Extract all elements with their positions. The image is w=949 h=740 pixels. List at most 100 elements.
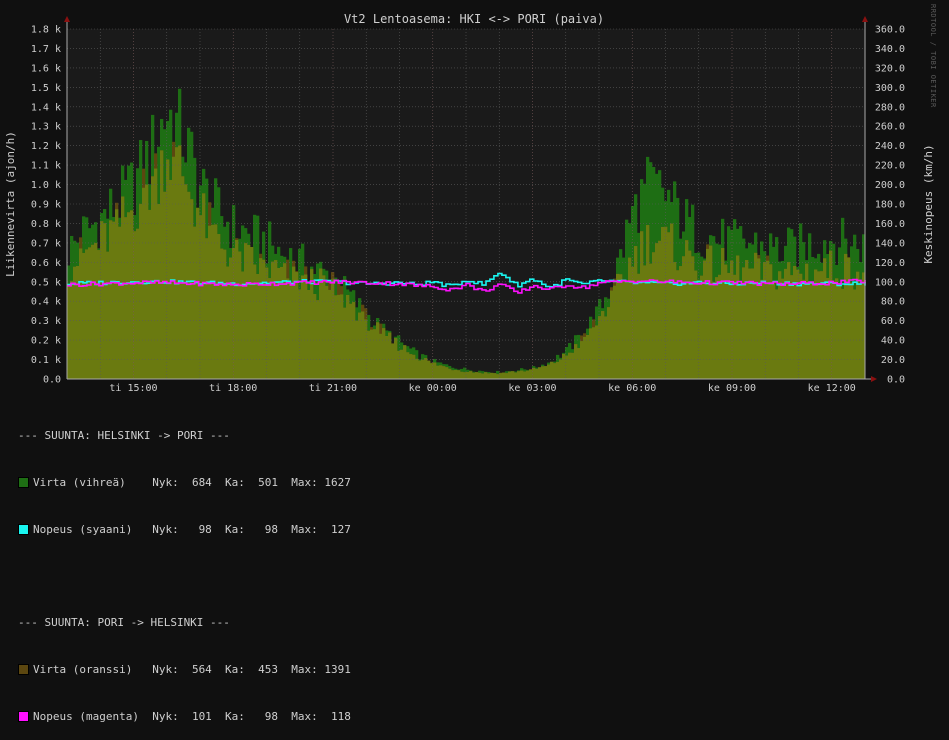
y-tick-label: 0.9 k [31, 200, 61, 211]
left-axis-arrow [64, 16, 70, 22]
overlap-flow-bar [394, 338, 398, 379]
overlap-flow-bar [331, 279, 335, 379]
overlap-flow-bar [100, 221, 104, 379]
y-tick-label: 1.6 k [31, 63, 61, 74]
overlap-flow-bar [121, 196, 125, 379]
overlap-flow-bar [835, 278, 839, 379]
overlap-flow-bar [409, 354, 413, 379]
legend-row-orange: Virta (oranssi) Nyk: 564 Ka: 453 Max: 13… [18, 662, 351, 678]
overlap-flow-bar [349, 303, 353, 379]
overlap-flow-bar [592, 327, 596, 379]
overlap-flow-bar [661, 226, 665, 379]
overlap-flow-bar [457, 370, 461, 379]
overlap-flow-bar [814, 269, 818, 379]
legend-row-magenta: Nopeus (magenta) Nyk: 101 Ka: 98 Max: 11… [18, 709, 351, 725]
y2-tick-label: 180.0 [875, 200, 905, 211]
overlap-flow-bar [619, 274, 623, 379]
y-tick-label: 1.2 k [31, 141, 61, 152]
overlap-flow-bar [316, 300, 320, 379]
overlap-flow-bar [358, 312, 362, 379]
overlap-flow-bar [193, 226, 197, 379]
overlap-flow-bar [493, 373, 497, 379]
overlap-flow-bar [625, 281, 629, 379]
overlap-flow-bar [700, 275, 704, 379]
overlap-flow-bar [616, 273, 620, 379]
overlap-flow-bar [622, 280, 626, 379]
overlap-flow-bar [268, 278, 272, 379]
overlap-flow-bar [238, 251, 242, 379]
overlap-flow-bar [340, 294, 344, 379]
overlap-flow-bar [658, 240, 662, 379]
legend-swatch-cyan [18, 524, 29, 536]
overlap-flow-bar [301, 275, 305, 379]
chart-title: Vt2 Lentoasema: HKI <-> PORI (paiva) [344, 12, 604, 26]
overlap-flow-bar [259, 258, 263, 379]
overlap-flow-bar [418, 360, 422, 379]
y-tick-label: 0.6 k [31, 258, 61, 269]
y-tick-label: 0.2 k [31, 336, 61, 347]
overlap-flow-bar [571, 352, 575, 379]
overlap-flow-bar [496, 374, 500, 379]
overlap-flow-bar [748, 268, 752, 379]
overlap-flow-bar [607, 307, 611, 379]
overlap-flow-bar [364, 319, 368, 379]
overlap-flow-bar [382, 328, 386, 379]
overlap-flow-bar [157, 203, 161, 379]
overlap-flow-bar [244, 243, 248, 379]
overlap-flow-bar [817, 271, 821, 379]
overlap-flow-bar [772, 281, 776, 379]
overlap-flow-bar [187, 191, 191, 379]
overlap-flow-bar [613, 285, 617, 379]
y-tick-label: 1.0 k [31, 180, 61, 191]
overlap-flow-bar [391, 343, 395, 379]
overlap-flow-bar [229, 257, 233, 379]
overlap-flow-bar [628, 257, 632, 379]
overlap-flow-bar [655, 243, 659, 379]
overlap-flow-bar [136, 228, 140, 379]
overlap-flow-bar [799, 273, 803, 379]
overlap-flow-bar [523, 371, 527, 379]
overlap-flow-bar [526, 370, 530, 379]
y2-tick-label: 240.0 [875, 141, 905, 152]
overlap-flow-bar [217, 234, 221, 379]
overlap-flow-bar [271, 261, 275, 379]
overlap-flow-bar [91, 244, 95, 379]
overlap-flow-bar [148, 209, 152, 379]
legend-label: Virta (oranssi) Nyk: 564 Ka: 453 Max: 13… [33, 663, 351, 677]
overlap-flow-bar [847, 257, 851, 379]
overlap-flow-bar [550, 361, 554, 379]
overlap-flow-bar [601, 311, 605, 379]
overlap-flow-bar [313, 293, 317, 379]
overlap-flow-bar [214, 224, 218, 379]
overlap-flow-bar [481, 373, 485, 379]
y-tick-label: 0.4 k [31, 297, 61, 308]
overlap-flow-bar [541, 366, 545, 379]
overlap-flow-bar [832, 280, 836, 379]
overlap-flow-bar [88, 247, 92, 379]
overlap-flow-bar [739, 285, 743, 379]
overlap-flow-bar [610, 290, 614, 379]
legend-label: Nopeus (syaani) Nyk: 98 Ka: 98 Max: 127 [33, 522, 351, 536]
overlap-flow-bar [250, 247, 254, 379]
overlap-flow-bar [691, 256, 695, 379]
overlap-flow-bar [823, 258, 827, 379]
y-tick-label: 0.0 [43, 375, 61, 386]
y2-tick-label: 100.0 [875, 277, 905, 288]
y2-axis-label: Keskinopeus (km/h) [922, 144, 935, 263]
overlap-flow-bar [127, 212, 131, 379]
overlap-flow-bar [586, 334, 590, 379]
overlap-flow-bar [745, 260, 749, 379]
overlap-flow-bar [424, 358, 428, 379]
legend-label: Nopeus (magenta) Nyk: 101 Ka: 98 Max: 11… [33, 709, 351, 723]
overlap-flow-bar [667, 232, 671, 379]
y-tick-label: 0.7 k [31, 238, 61, 249]
overlap-flow-bar [322, 275, 326, 379]
y2-tick-label: 60.0 [881, 316, 905, 327]
overlap-flow-bar [580, 341, 584, 379]
overlap-flow-bar [475, 372, 479, 379]
overlap-flow-bar [646, 225, 650, 379]
overlap-flow-bar [196, 207, 200, 379]
overlap-flow-bar [730, 260, 734, 379]
y2-tick-label: 340.0 [875, 44, 905, 55]
overlap-flow-bar [844, 253, 848, 379]
